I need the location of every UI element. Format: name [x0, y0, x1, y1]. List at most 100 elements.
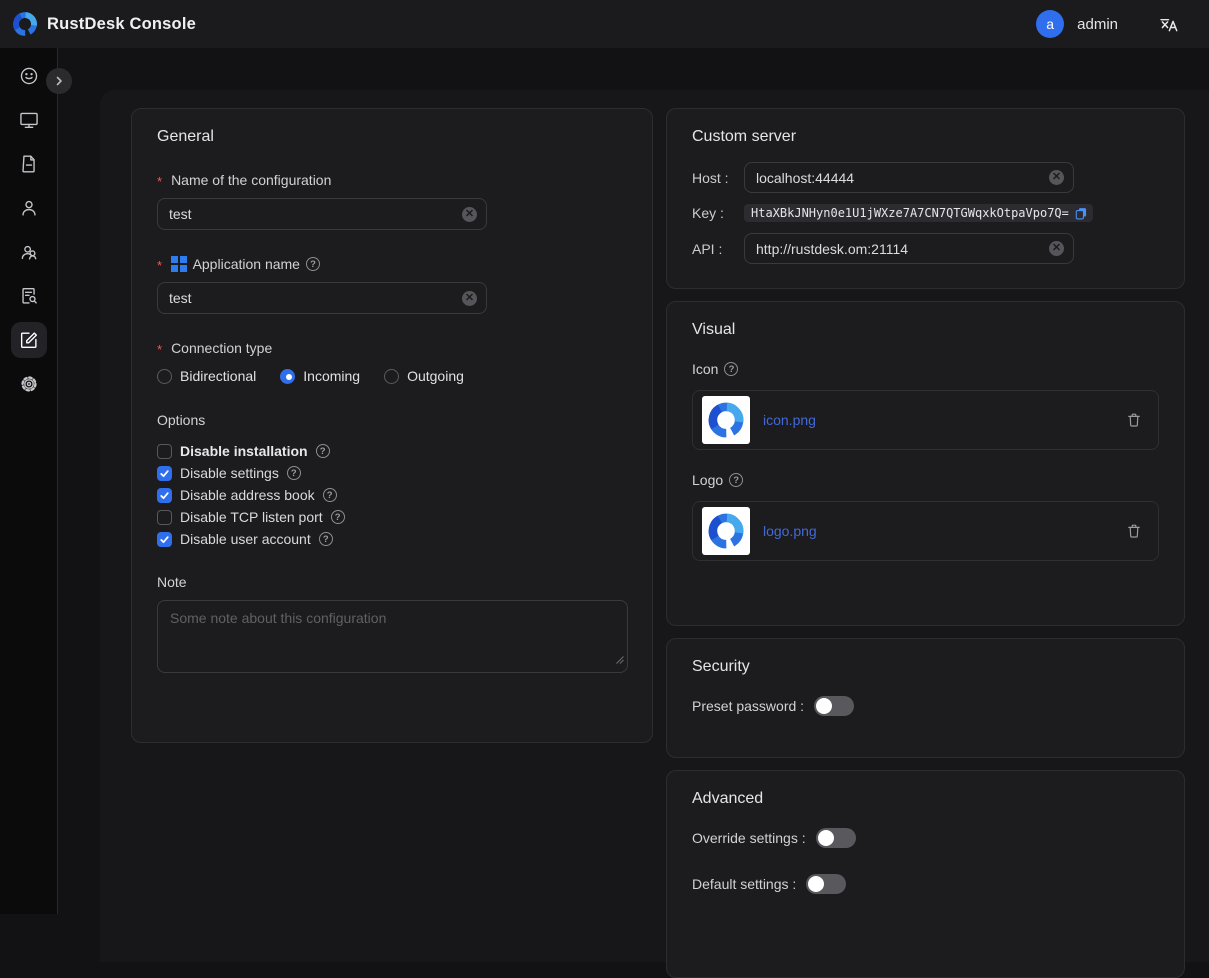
clear-icon[interactable]: ✕ — [462, 207, 477, 222]
preset-password-row: Preset password : — [692, 696, 1159, 716]
user-group-icon — [18, 241, 40, 263]
checkbox-icon — [157, 466, 172, 481]
icon-thumbnail — [702, 396, 750, 444]
host-row: Host : ✕ — [692, 162, 1159, 193]
copy-icon[interactable] — [1074, 206, 1088, 220]
custom-server-card: Custom server Host : ✕ Key : — [666, 108, 1185, 289]
security-title: Security — [692, 658, 1159, 676]
preset-password-toggle[interactable] — [814, 696, 854, 716]
key-label: Key : — [692, 205, 744, 221]
help-icon[interactable]: ? — [319, 532, 333, 546]
default-settings-toggle[interactable] — [806, 874, 846, 894]
sidebar-item-audit[interactable] — [11, 278, 47, 314]
trash-icon[interactable] — [1126, 523, 1142, 539]
clear-icon[interactable]: ✕ — [1049, 241, 1064, 256]
key-value[interactable]: HtaXBkJNHyn0e1U1jWXze7A7CN7QTGWqxkOtpaVp… — [744, 204, 1093, 222]
document-icon — [18, 153, 40, 175]
help-icon[interactable]: ? — [287, 466, 301, 480]
application-name-input-wrap: ✕ — [157, 282, 487, 314]
radio-icon — [384, 369, 399, 384]
host-input-wrap: ✕ — [744, 162, 1074, 193]
gear-icon — [18, 373, 40, 395]
host-input[interactable] — [756, 170, 1049, 186]
user-name[interactable]: admin — [1077, 16, 1118, 33]
checkbox-icon — [157, 444, 172, 459]
clear-icon[interactable]: ✕ — [1049, 170, 1064, 185]
app-title: RustDesk Console — [47, 15, 196, 34]
top-bar: RustDesk Console a admin — [0, 0, 1209, 48]
help-icon[interactable]: ? — [323, 488, 337, 502]
sidebar-item-custom-clients[interactable] — [11, 322, 47, 358]
icon-label: Icon ? — [692, 361, 1159, 377]
security-card: Security Preset password : — [666, 638, 1185, 758]
user-avatar[interactable]: a — [1036, 10, 1064, 38]
sidebar-item-users[interactable] — [11, 190, 47, 226]
help-icon[interactable]: ? — [316, 444, 330, 458]
visual-title: Visual — [692, 321, 1159, 339]
radio-outgoing[interactable]: Outgoing — [384, 368, 464, 384]
sidebar-item-groups[interactable] — [11, 234, 47, 270]
checkbox-disable-installation[interactable]: Disable installation ? — [157, 440, 627, 462]
override-settings-toggle[interactable] — [816, 828, 856, 848]
radio-icon — [157, 369, 172, 384]
monitor-icon — [18, 109, 40, 131]
radio-incoming[interactable]: Incoming — [280, 368, 360, 384]
sidebar-item-devices[interactable] — [11, 102, 47, 138]
connection-type-label: Connection type — [157, 340, 627, 356]
brand: RustDesk Console — [12, 11, 196, 37]
application-name-label: Application name ? — [157, 256, 627, 272]
sidebar-item-documents[interactable] — [11, 146, 47, 182]
host-label: Host : — [692, 170, 744, 186]
advanced-title: Advanced — [692, 790, 1159, 808]
custom-server-title: Custom server — [692, 128, 1159, 146]
note-label: Note — [157, 574, 627, 590]
checkbox-icon — [157, 532, 172, 547]
logo-file-link[interactable]: logo.png — [763, 523, 817, 539]
radio-icon — [280, 369, 295, 384]
override-settings-label: Override settings : — [692, 830, 806, 846]
config-name-label: Name of the configuration — [157, 172, 627, 188]
checkbox-disable-tcp-listen-port[interactable]: Disable TCP listen port ? — [157, 506, 627, 528]
options-list: Disable installation ? Disable settings … — [157, 440, 627, 550]
help-icon[interactable]: ? — [306, 257, 320, 271]
windows-logo-icon — [171, 256, 187, 272]
help-icon[interactable]: ? — [724, 362, 738, 376]
icon-file-box: icon.png — [692, 390, 1159, 450]
config-name-input-wrap: ✕ — [157, 198, 487, 230]
connection-type-radios: Bidirectional Incoming Outgoing — [157, 368, 627, 384]
checkbox-disable-user-account[interactable]: Disable user account ? — [157, 528, 627, 550]
preset-password-label: Preset password : — [692, 698, 804, 714]
override-settings-row: Override settings : — [692, 828, 1159, 848]
note-textarea[interactable] — [158, 601, 627, 672]
main-panel: General Name of the configuration ✕ Appl… — [100, 90, 1209, 962]
sidebar-item-settings[interactable] — [11, 366, 47, 402]
api-label: API : — [692, 241, 744, 257]
help-icon[interactable]: ? — [729, 473, 743, 487]
checkbox-disable-settings[interactable]: Disable settings ? — [157, 462, 627, 484]
checkbox-disable-address-book[interactable]: Disable address book ? — [157, 484, 627, 506]
general-card: General Name of the configuration ✕ Appl… — [131, 108, 653, 743]
radio-bidirectional[interactable]: Bidirectional — [157, 368, 256, 384]
checkbox-icon — [157, 488, 172, 503]
key-row: Key : HtaXBkJNHyn0e1U1jWXze7A7CN7QTGWqxk… — [692, 204, 1159, 222]
application-name-input[interactable] — [169, 290, 462, 306]
sidebar-item-dashboard[interactable] — [11, 58, 47, 94]
default-settings-label: Default settings : — [692, 876, 796, 892]
document-search-icon — [18, 285, 40, 307]
user-icon — [18, 197, 40, 219]
config-name-input[interactable] — [169, 206, 462, 222]
default-settings-row: Default settings : — [692, 874, 1159, 894]
translate-icon[interactable] — [1158, 14, 1179, 35]
sidebar-expand-button[interactable] — [46, 68, 72, 94]
visual-card: Visual Icon ? icon.png — [666, 301, 1185, 626]
api-input[interactable] — [756, 241, 1049, 257]
options-label: Options — [157, 412, 627, 428]
icon-file-link[interactable]: icon.png — [763, 412, 816, 428]
trash-icon[interactable] — [1126, 412, 1142, 428]
logo-file-box: logo.png — [692, 501, 1159, 561]
clear-icon[interactable]: ✕ — [462, 291, 477, 306]
help-icon[interactable]: ? — [331, 510, 345, 524]
edit-square-icon — [18, 329, 40, 351]
api-input-wrap: ✕ — [744, 233, 1074, 264]
checkbox-icon — [157, 510, 172, 525]
